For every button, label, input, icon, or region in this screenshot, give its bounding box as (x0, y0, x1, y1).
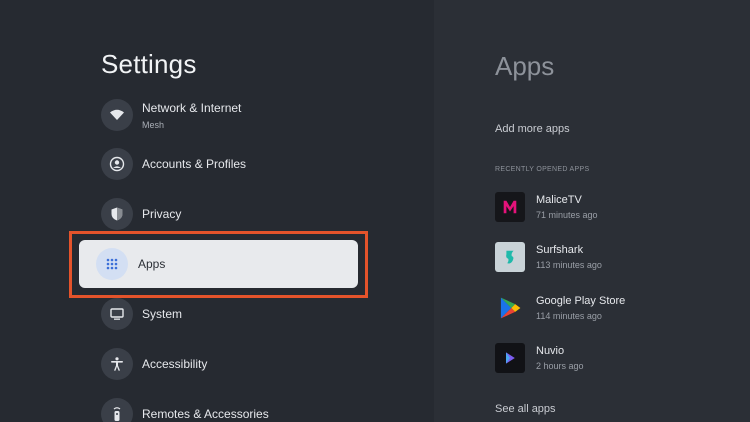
menu-item-label: Network & Internet (142, 100, 242, 115)
app-time: 114 minutes ago (536, 311, 602, 321)
account-icon (101, 148, 133, 180)
settings-title: Settings (101, 49, 197, 79)
app-time: 71 minutes ago (536, 210, 598, 220)
see-all-apps-link[interactable]: See all apps (495, 403, 556, 415)
recent-apps-header: RECENTLY OPENED APPS (495, 166, 590, 173)
wifi-icon (101, 99, 133, 131)
nuvio-icon (495, 343, 525, 373)
menu-item-network[interactable]: Network & Internet Mesh (101, 97, 361, 133)
menu-item-label: Apps (138, 257, 166, 271)
app-name: MaliceTV (536, 194, 582, 206)
menu-item-accessibility[interactable]: Accessibility (101, 346, 361, 382)
play-store-icon (495, 293, 525, 323)
menu-item-sub: Mesh (142, 119, 165, 130)
menu-item-label: Accessibility (142, 357, 208, 371)
accessibility-icon (101, 348, 133, 380)
menu-item-apps[interactable]: Apps (79, 240, 358, 288)
menu-item-privacy[interactable]: Privacy (101, 196, 361, 232)
app-name: Surfshark (536, 244, 584, 256)
apps-grid-icon (96, 248, 128, 280)
menu-item-label: Remotes & Accessories (142, 407, 269, 421)
app-time: 113 minutes ago (536, 260, 602, 270)
recent-app-play-store[interactable]: Google Play Store 114 minutes ago (495, 292, 625, 324)
app-time: 2 hours ago (536, 361, 584, 371)
recent-app-nuvio[interactable]: Nuvio 2 hours ago (495, 342, 584, 374)
menu-item-label: Accounts & Profiles (142, 157, 247, 171)
recent-app-malicetv[interactable]: MaliceTV 71 minutes ago (495, 191, 598, 223)
add-more-apps-link[interactable]: Add more apps (495, 123, 570, 135)
menu-item-accounts[interactable]: Accounts & Profiles (101, 146, 361, 182)
remote-icon (101, 398, 133, 422)
malicetv-icon (495, 192, 525, 222)
menu-item-remotes[interactable]: Remotes & Accessories (101, 396, 361, 422)
shield-icon (101, 198, 133, 230)
recent-app-surfshark[interactable]: Surfshark 113 minutes ago (495, 241, 602, 273)
menu-item-label: Privacy (142, 207, 182, 221)
apps-panel-title: Apps (495, 51, 555, 81)
menu-item-system[interactable]: System (101, 296, 361, 332)
app-name: Google Play Store (536, 295, 626, 307)
surfshark-icon (495, 242, 525, 272)
menu-item-label: System (142, 307, 183, 321)
monitor-icon (101, 298, 133, 330)
app-name: Nuvio (536, 345, 565, 357)
